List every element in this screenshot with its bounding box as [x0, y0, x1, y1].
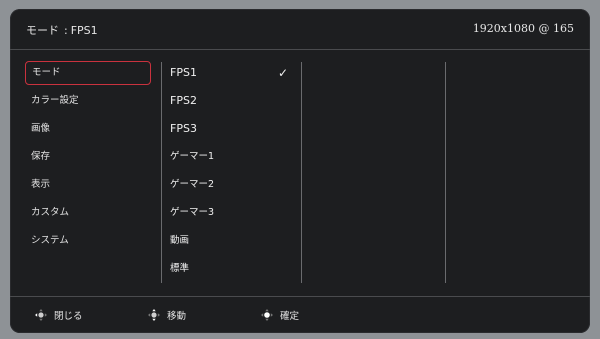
column-divider: [161, 62, 162, 283]
option-movie[interactable]: 動画: [170, 229, 300, 253]
category-menu: モード カラー設定 画像 保存 表示 カスタム システム: [25, 61, 155, 257]
option-fps2[interactable]: FPS2: [170, 89, 300, 113]
menu-item-image[interactable]: 画像: [25, 117, 151, 141]
resolution-readout: 1920x1080 @ 165: [472, 22, 574, 35]
option-label: ゲーマー3: [170, 207, 215, 218]
osd-footer: 閉じる 移動 確定: [10, 297, 590, 333]
menu-item-label: 表示: [31, 179, 51, 190]
close-label: 閉じる: [54, 311, 83, 322]
confirm-hint[interactable]: 確定: [260, 308, 299, 322]
mode-title-separator: :: [64, 24, 68, 37]
option-label: 動画: [170, 235, 190, 246]
option-gamer2[interactable]: ゲーマー2: [170, 173, 300, 197]
header-divider: [10, 49, 590, 50]
check-icon: ✓: [277, 66, 288, 80]
menu-item-system[interactable]: システム: [25, 229, 151, 253]
mode-title-value: FPS1: [70, 24, 98, 37]
option-gamer1[interactable]: ゲーマー1: [170, 145, 300, 169]
menu-item-label: モード: [32, 67, 61, 78]
confirm-label: 確定: [280, 311, 300, 322]
close-hint[interactable]: 閉じる: [34, 308, 83, 322]
menu-item-label: 画像: [31, 123, 51, 134]
option-standard[interactable]: 標準: [170, 257, 300, 281]
option-fps1[interactable]: FPS1 ✓: [170, 61, 300, 85]
menu-item-label: カスタム: [31, 207, 70, 218]
mode-options: FPS1 ✓ FPS2 FPS3 ゲーマー1 ゲーマー2 ゲーマー3 動画 標準: [170, 61, 300, 285]
menu-item-display[interactable]: 表示: [25, 173, 151, 197]
option-fps3[interactable]: FPS3: [170, 117, 300, 141]
menu-item-label: カラー設定: [31, 95, 79, 106]
column-divider: [445, 62, 446, 283]
menu-item-label: システム: [31, 235, 69, 246]
move-label: 移動: [167, 311, 187, 322]
menu-item-label: 保存: [31, 151, 51, 162]
option-label: FPS1: [170, 66, 197, 79]
menu-item-color-settings[interactable]: カラー設定: [25, 89, 151, 113]
mode-title-label: モード: [26, 24, 59, 37]
option-label: ゲーマー1: [170, 151, 215, 162]
osd-panel: モード: FPS1 1920x1080 @ 165 モード カラー設定 画像 保存…: [10, 9, 590, 333]
menu-item-mode[interactable]: モード: [25, 61, 151, 85]
option-label: FPS2: [170, 94, 197, 107]
joystick-updown-icon: [148, 309, 160, 321]
osd-header: モード: FPS1 1920x1080 @ 165: [10, 9, 590, 49]
option-label: ゲーマー2: [170, 179, 215, 190]
menu-item-custom[interactable]: カスタム: [25, 201, 151, 225]
option-label: 標準: [170, 263, 190, 274]
joystick-press-icon: [261, 309, 273, 321]
move-hint[interactable]: 移動: [147, 308, 186, 322]
option-gamer3[interactable]: ゲーマー3: [170, 201, 300, 225]
option-label: FPS3: [170, 122, 197, 135]
mode-title: モード: FPS1: [26, 22, 98, 38]
column-divider: [301, 62, 302, 283]
joystick-left-icon: [35, 309, 47, 321]
menu-item-save[interactable]: 保存: [25, 145, 151, 169]
